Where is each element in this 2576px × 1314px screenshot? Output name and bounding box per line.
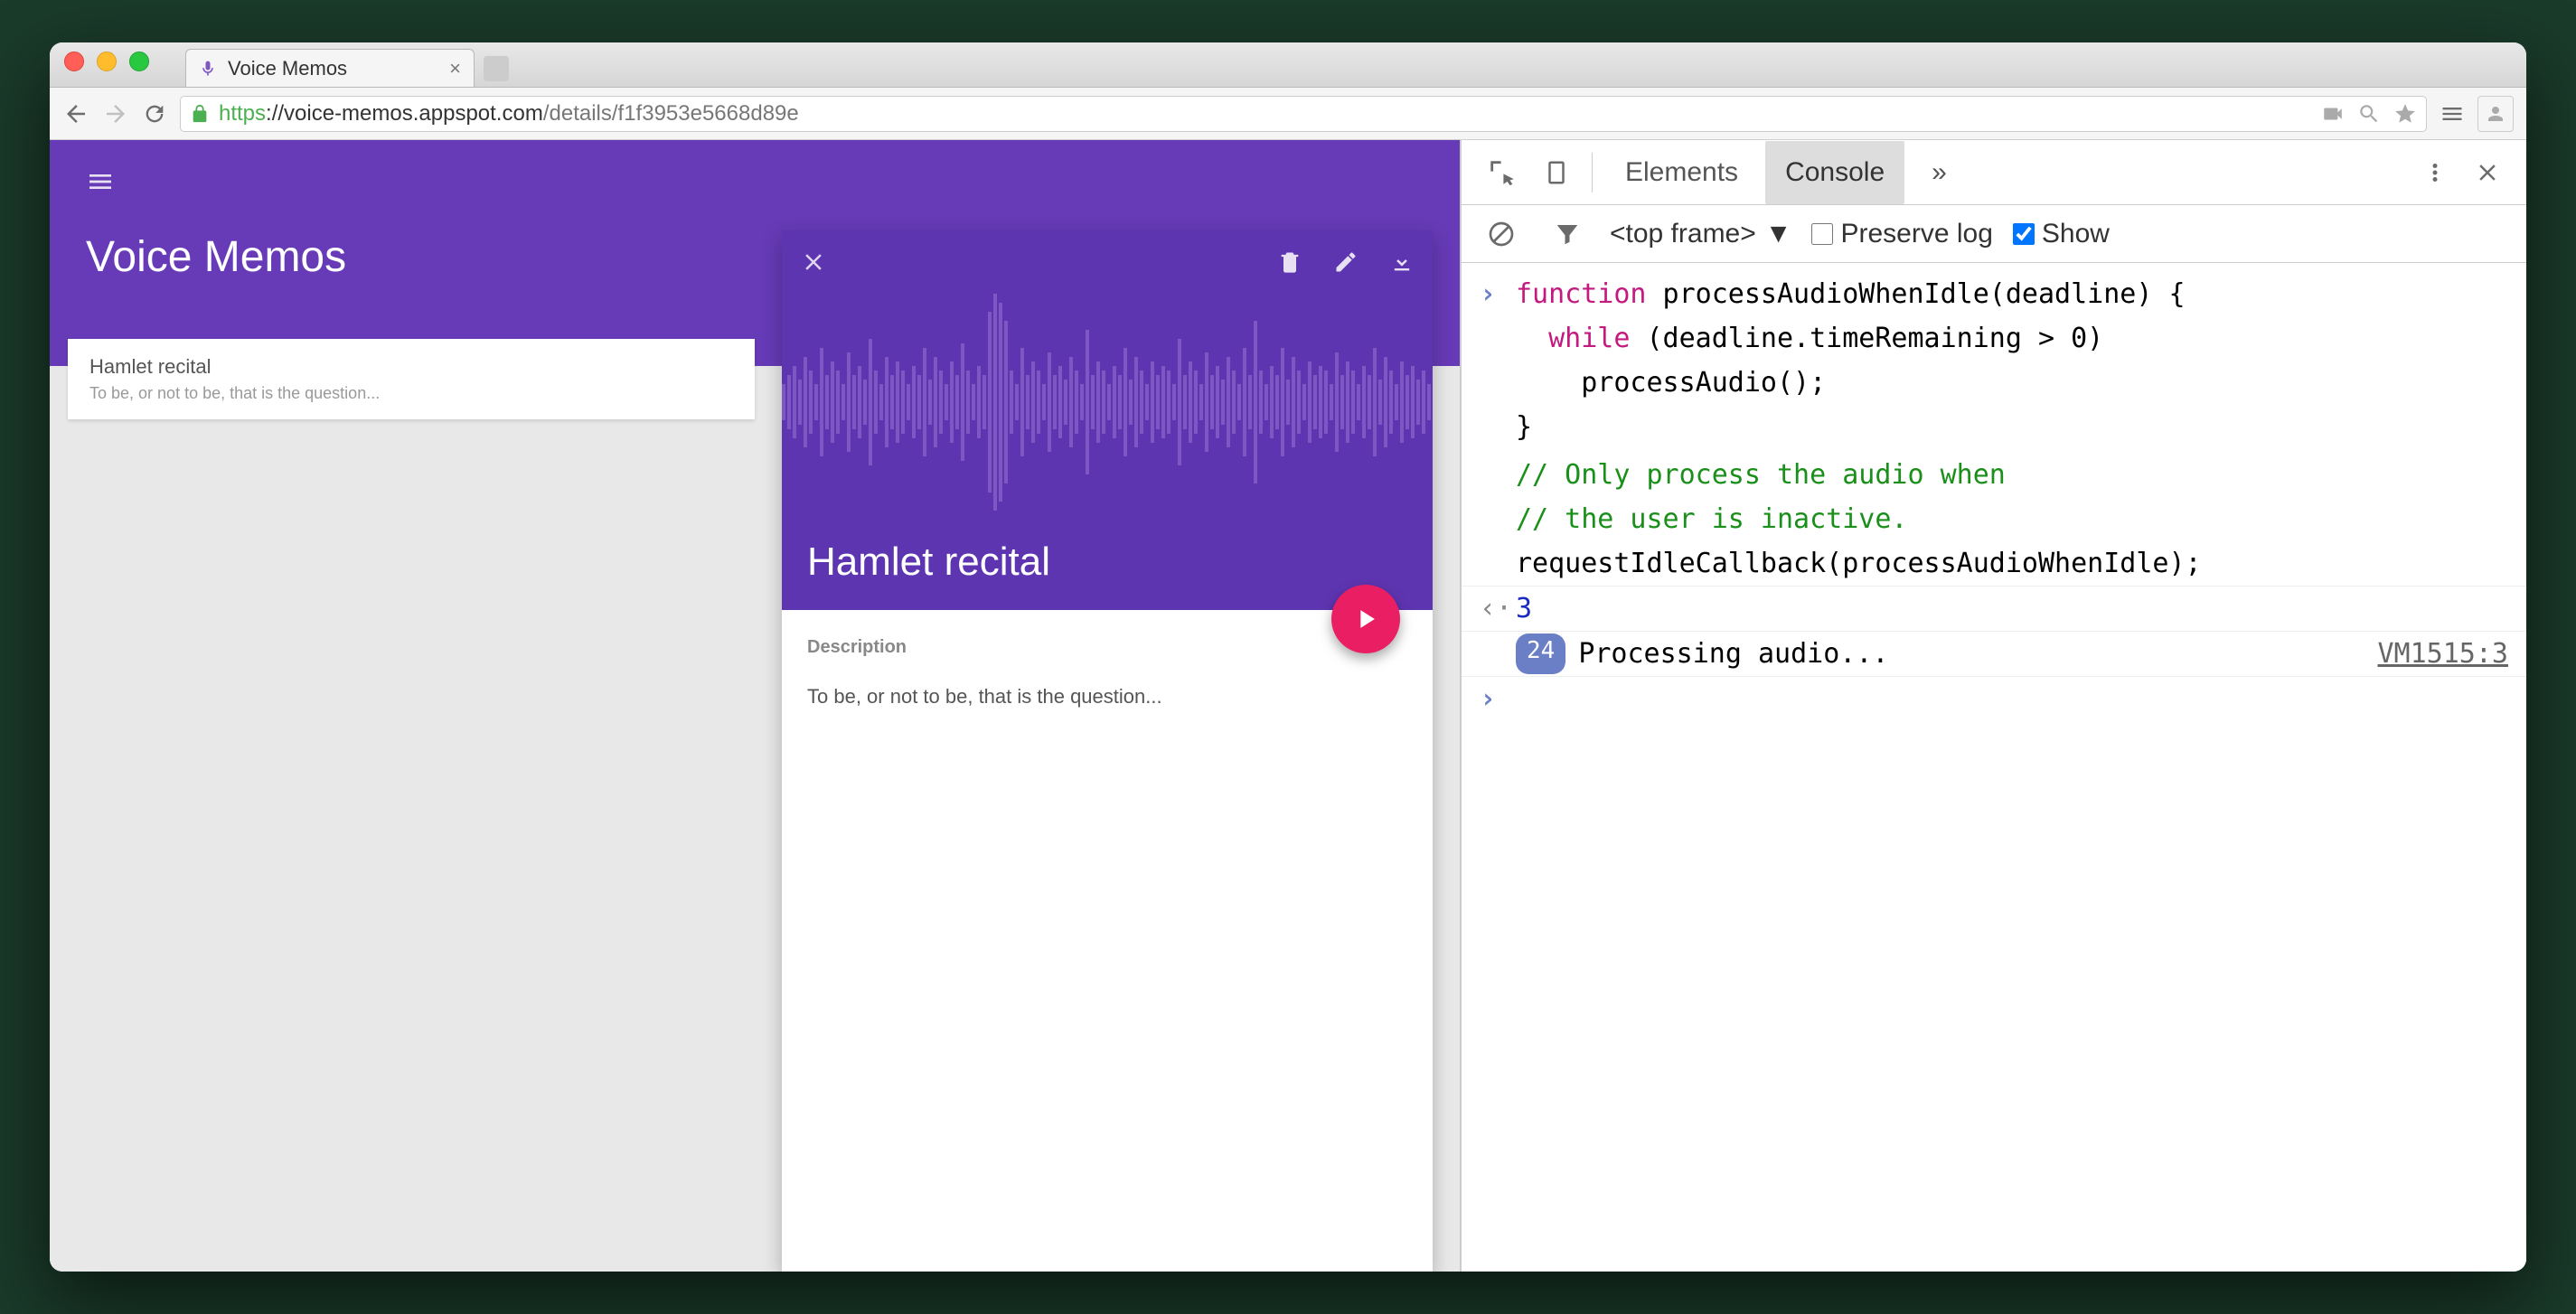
log-source-link[interactable]: VM1515:3 <box>2378 634 2509 674</box>
description-text: To be, or not to be, that is the questio… <box>807 685 1407 709</box>
forward-button[interactable] <box>102 100 129 127</box>
memo-detail-card: Hamlet recital Description To be, or not… <box>782 230 1433 1272</box>
clear-console-icon[interactable] <box>1478 220 1525 249</box>
microphone-icon <box>199 60 217 78</box>
waveform <box>782 285 1433 520</box>
profile-button[interactable] <box>2477 96 2514 132</box>
console-prompt[interactable]: › <box>1480 679 1516 719</box>
reload-button[interactable] <box>142 101 167 127</box>
download-icon[interactable] <box>1389 249 1415 275</box>
tab-close-button[interactable]: × <box>449 57 461 80</box>
devtools-tabs: Elements Console » <box>1462 140 2526 205</box>
show-checkbox[interactable]: Show <box>2013 219 2110 249</box>
back-button[interactable] <box>62 100 89 127</box>
delete-icon[interactable] <box>1277 249 1302 275</box>
url-text: https://voice-memos.appspot.com/details/… <box>219 101 799 127</box>
memo-item-desc: To be, or not to be, that is the questio… <box>89 384 733 403</box>
devtools-panel: Elements Console » <top fr <box>1460 140 2526 1272</box>
console-toolbar: <top frame> ▼ Preserve log Show <box>1462 205 2526 263</box>
log-count-badge: 24 <box>1516 634 1565 674</box>
memo-list-item[interactable]: Hamlet recital To be, or not to be, that… <box>68 339 755 419</box>
close-detail-button[interactable] <box>800 249 827 276</box>
content-area: Voice Memos Hamlet recital To be, or not… <box>50 140 2526 1272</box>
edit-icon[interactable] <box>1333 249 1359 275</box>
window-controls <box>64 52 149 71</box>
tab-console[interactable]: Console <box>1765 141 1904 204</box>
inspect-icon[interactable] <box>1478 157 1527 188</box>
detail-header: Hamlet recital <box>782 230 1433 610</box>
address-bar[interactable]: https://voice-memos.appspot.com/details/… <box>180 96 2427 132</box>
tab-elements[interactable]: Elements <box>1605 141 1758 204</box>
lock-icon <box>190 104 210 124</box>
omnibox-icons <box>2321 102 2417 126</box>
titlebar: Voice Memos × <box>50 42 2526 88</box>
minimize-window-button[interactable] <box>97 52 117 71</box>
device-icon[interactable] <box>1534 159 1579 186</box>
new-tab-button[interactable] <box>484 56 509 81</box>
zoom-icon[interactable] <box>2357 102 2381 126</box>
zoom-window-button[interactable] <box>129 52 149 71</box>
tab-title: Voice Memos <box>228 57 438 80</box>
browser-window: Voice Memos × https://voice-memos.appspo… <box>50 42 2526 1272</box>
description-label: Description <box>807 637 1407 658</box>
memo-list: Hamlet recital To be, or not to be, that… <box>68 366 755 419</box>
close-window-button[interactable] <box>64 52 84 71</box>
log-message: Processing audio... <box>1578 634 1888 674</box>
tab-more[interactable]: » <box>1912 141 1967 204</box>
menu-button[interactable] <box>2440 101 2465 127</box>
voice-memos-app: Voice Memos Hamlet recital To be, or not… <box>50 140 1460 1272</box>
star-icon[interactable] <box>2393 102 2417 126</box>
browser-toolbar: https://voice-memos.appspot.com/details/… <box>50 88 2526 140</box>
hamburger-menu-button[interactable] <box>86 167 1424 196</box>
chevron-down-icon: ▼ <box>1765 219 1792 249</box>
console-output[interactable]: ›function processAudioWhenIdle(deadline)… <box>1462 263 2526 1272</box>
console-log-line: 24 Processing audio... VM1515:3 <box>1462 631 2526 676</box>
devtools-close-icon[interactable] <box>2465 159 2510 186</box>
browser-tab[interactable]: Voice Memos × <box>185 49 475 87</box>
preserve-log-checkbox[interactable]: Preserve log <box>1811 219 1992 249</box>
detail-title: Hamlet recital <box>807 540 1050 585</box>
camera-icon[interactable] <box>2321 102 2345 126</box>
kebab-icon[interactable] <box>2412 159 2458 186</box>
play-button[interactable] <box>1331 585 1400 653</box>
filter-icon[interactable] <box>1545 221 1590 248</box>
memo-item-title: Hamlet recital <box>89 355 733 379</box>
frame-selector[interactable]: <top frame> ▼ <box>1610 219 1791 249</box>
